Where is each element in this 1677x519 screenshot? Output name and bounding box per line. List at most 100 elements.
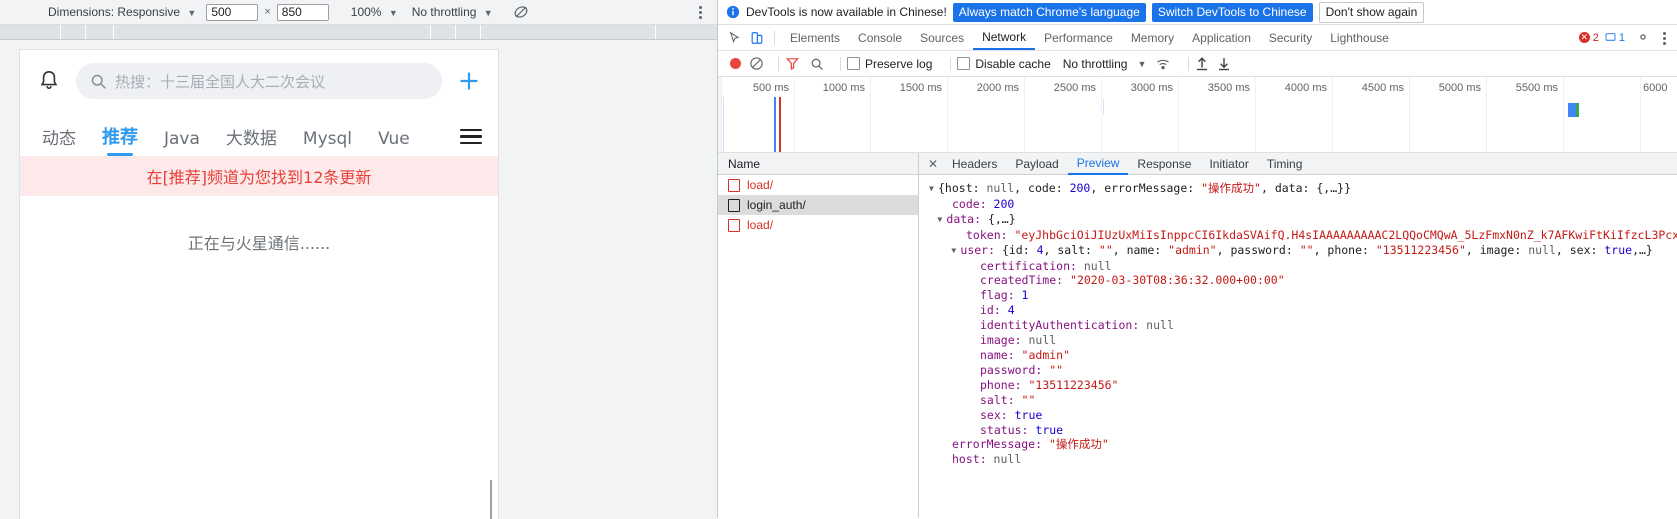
json-token: "": [1098, 242, 1113, 257]
width-input[interactable]: [206, 3, 259, 21]
json-line[interactable]: image: null: [919, 333, 1677, 348]
tick-6000ms: 6000: [1643, 82, 1668, 94]
overview-request-bar: [723, 97, 724, 152]
json-line[interactable]: salt: "": [919, 393, 1677, 408]
json-token: {,…}: [987, 211, 1016, 226]
tab-security[interactable]: Security: [1260, 27, 1321, 49]
json-line[interactable]: ▼ data: {,…}: [919, 212, 1677, 228]
json-line[interactable]: ▼ user: {id: 4, salt: "", name: "admin", …: [919, 243, 1677, 259]
toolbar-divider: [778, 56, 779, 71]
dimensions-select[interactable]: Dimensions: Responsive ▼: [48, 5, 196, 19]
message-count-badge[interactable]: 1: [1605, 32, 1625, 44]
json-line[interactable]: host: null: [919, 452, 1677, 467]
export-har-icon[interactable]: [1217, 56, 1231, 71]
table-row[interactable]: login_auth/: [718, 195, 918, 215]
json-line[interactable]: status: true: [919, 423, 1677, 438]
json-line[interactable]: identityAuthentication: null: [919, 318, 1677, 333]
table-row[interactable]: load/: [718, 175, 918, 195]
import-har-icon[interactable]: [1195, 56, 1209, 71]
always-match-language-button[interactable]: Always match Chrome's language: [952, 2, 1146, 22]
json-line[interactable]: id: 4: [919, 303, 1677, 318]
json-token: 4: [1036, 242, 1044, 257]
json-token: name:: [980, 347, 1022, 362]
overview-request-bar: [1568, 103, 1579, 117]
json-token: , data: {,…}}: [1260, 181, 1351, 195]
device-scrollbar[interactable]: [490, 480, 496, 519]
json-token: createdTime:: [980, 273, 1071, 288]
device-emulation-pane: Dimensions: Responsive ▼ × 100% ▼ No thr…: [0, 0, 718, 519]
tab-lighthouse[interactable]: Lighthouse: [1321, 27, 1398, 49]
tab-console[interactable]: Console: [849, 27, 911, 49]
error-icon: ✕: [1578, 32, 1590, 43]
tick-1500ms: 1500 ms: [899, 82, 942, 94]
tab-preview[interactable]: Preview: [1067, 153, 1129, 175]
plus-icon[interactable]: [456, 68, 482, 94]
json-line[interactable]: errorMessage: "操作成功": [919, 437, 1677, 452]
devtools-more-options-icon[interactable]: [1657, 30, 1671, 46]
tab-java[interactable]: Java: [164, 129, 200, 156]
json-line[interactable]: flag: 1: [919, 288, 1677, 303]
inspect-element-icon[interactable]: [724, 28, 746, 48]
json-preview-tree[interactable]: ▼ {host: null, code: 200, errorMessage: "…: [919, 175, 1677, 518]
json-line[interactable]: token: "eyJhbGciOiJIUzUxMiIsInppcCI6Ikda…: [919, 228, 1677, 243]
device-toolbar-icon[interactable]: [746, 28, 768, 48]
bell-icon[interactable]: [36, 68, 62, 94]
tab-timing[interactable]: Timing: [1258, 154, 1312, 174]
tab-bigdata[interactable]: 大数据: [226, 124, 277, 156]
json-line[interactable]: sex: true: [919, 408, 1677, 423]
tab-performance[interactable]: Performance: [1035, 27, 1122, 49]
record-stop-icon[interactable]: [730, 58, 741, 69]
tab-network[interactable]: Network: [973, 26, 1036, 50]
network-throttling-value: No throttling: [1062, 56, 1128, 71]
tab-response[interactable]: Response: [1128, 154, 1200, 174]
tab-application[interactable]: Application: [1183, 27, 1260, 49]
tab-headers[interactable]: Headers: [943, 154, 1006, 174]
preserve-log-checkbox[interactable]: Preserve log: [847, 57, 932, 71]
tab-vue[interactable]: Vue: [378, 129, 410, 156]
json-line[interactable]: certification: null: [919, 259, 1677, 274]
json-line[interactable]: createdTime: "2020-03-30T08:36:32.000+00…: [919, 273, 1677, 288]
tab-payload[interactable]: Payload: [1006, 154, 1067, 174]
search-icon[interactable]: [810, 57, 824, 71]
json-token: true: [1604, 242, 1633, 257]
table-row[interactable]: load/: [718, 215, 918, 235]
tab-mysql[interactable]: Mysql: [303, 129, 352, 156]
expand-arrow-icon[interactable]: ▼: [929, 182, 938, 197]
no-images-icon[interactable]: [513, 4, 529, 20]
column-header-name: Name: [728, 156, 761, 171]
clear-icon[interactable]: [749, 56, 764, 71]
tab-memory[interactable]: Memory: [1122, 27, 1183, 49]
gear-icon[interactable]: [1635, 29, 1653, 47]
json-token: null: [986, 181, 1015, 195]
close-icon[interactable]: ✕: [923, 154, 943, 174]
request-list-header[interactable]: Name: [718, 153, 918, 175]
json-token: 4: [1007, 303, 1015, 318]
switch-to-chinese-button[interactable]: Switch DevTools to Chinese: [1151, 2, 1313, 22]
search-input[interactable]: 热搜：十三届全国人大二次会议: [76, 63, 442, 99]
filter-icon[interactable]: [785, 56, 800, 71]
network-throttling-select[interactable]: No throttling: [1063, 57, 1128, 71]
network-overview-timeline[interactable]: 500 ms 1000 ms 1500 ms 2000 ms 2500 ms 3…: [718, 77, 1677, 153]
message-icon: [1605, 33, 1616, 41]
json-line[interactable]: password: "": [919, 363, 1677, 378]
json-line[interactable]: name: "admin": [919, 348, 1677, 363]
tab-elements[interactable]: Elements: [781, 27, 849, 49]
device-more-options-icon[interactable]: [693, 4, 707, 20]
error-count-badge[interactable]: ✕ 2: [1578, 32, 1599, 44]
dont-show-again-button[interactable]: Don't show again: [1318, 1, 1425, 23]
tab-sources[interactable]: Sources: [911, 27, 973, 49]
json-line[interactable]: code: 200: [919, 197, 1677, 212]
tab-tuijian[interactable]: 推荐: [102, 123, 138, 156]
network-conditions-icon[interactable]: [1156, 57, 1172, 71]
json-line[interactable]: ▼ {host: null, code: 200, errorMessage: "…: [919, 181, 1677, 197]
device-throttling-select[interactable]: No throttling ▼: [412, 5, 493, 19]
hamburger-icon[interactable]: [460, 128, 482, 157]
tab-initiator[interactable]: Initiator: [1200, 154, 1257, 174]
json-token: 200: [993, 196, 1015, 211]
height-input[interactable]: [276, 3, 329, 21]
tab-dongtai[interactable]: 动态: [42, 124, 76, 156]
json-line[interactable]: phone: "13511223456": [919, 378, 1677, 393]
json-token: password:: [980, 362, 1050, 377]
zoom-select[interactable]: 100% ▼: [351, 5, 398, 19]
disable-cache-checkbox[interactable]: Disable cache: [957, 57, 1051, 71]
